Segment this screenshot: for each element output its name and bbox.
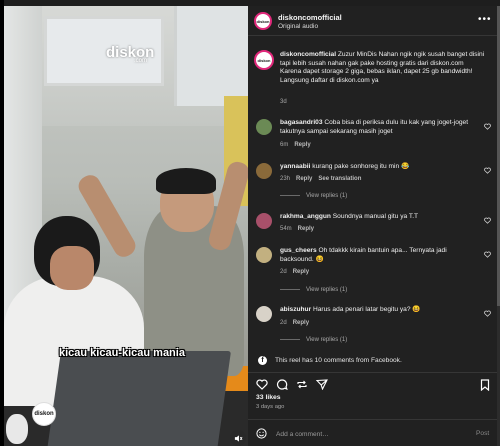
likes-count[interactable]: 33 likes xyxy=(256,394,281,401)
mouse xyxy=(6,414,28,444)
view-replies-button[interactable]: View replies (1) xyxy=(280,337,347,343)
reel-video[interactable]: diskon .com kicau kicau-kicau mania disk… xyxy=(4,6,248,446)
comment-body: kurang pake sonhoreg itu min 😂 xyxy=(312,163,410,170)
post-header: diskon diskoncomofficial Original audio … xyxy=(248,6,500,36)
facebook-icon: f xyxy=(258,356,267,365)
view-replies-button[interactable]: View replies (1) xyxy=(280,193,347,199)
comment-text: rakhma_anggun Soundnya manual gitu ya T.… xyxy=(280,213,476,222)
like-comment-heart-icon[interactable] xyxy=(484,251,491,258)
comment-time: 23h xyxy=(280,176,291,182)
see-translation-button[interactable]: See translation xyxy=(318,176,361,182)
commenter-avatar[interactable] xyxy=(256,119,272,135)
laptop xyxy=(46,351,232,446)
comment-text: bagasandri03 Coba bisa di periksa dulu i… xyxy=(280,119,476,136)
reply-button[interactable]: Reply xyxy=(293,320,309,326)
comment-body: Soundnya manual gitu ya T.T xyxy=(332,213,419,220)
author-avatar[interactable]: diskon xyxy=(254,12,272,30)
facebook-comments-note: f This reel has 10 comments from Facebook… xyxy=(258,356,402,365)
comment-text: yannaabii kurang pake sonhoreg itu min 😂 xyxy=(280,163,476,172)
commenter-avatar[interactable] xyxy=(256,213,272,229)
caption-body-2: Karena dapet storage 2 giga, bebas iklan… xyxy=(280,68,473,84)
brand-suffix: .com xyxy=(134,58,148,64)
comment-username[interactable]: abiszuhur xyxy=(280,306,311,313)
comments-panel: diskon diskoncomofficial Original audio … xyxy=(248,6,500,446)
emoji-icon[interactable] xyxy=(256,428,267,439)
post-date: 3 days ago xyxy=(256,404,285,410)
audio-link[interactable]: Original audio xyxy=(278,23,318,30)
reply-button[interactable]: Reply xyxy=(296,176,312,182)
dancer-hair xyxy=(156,168,216,194)
comment-text: gus_cheers Oh tdakkk kirain bantuin apa.… xyxy=(280,247,476,264)
comment-meta: 23h Reply See translation xyxy=(280,176,361,182)
repost-icon[interactable] xyxy=(296,379,308,390)
speaker-muted-icon xyxy=(234,434,242,442)
like-comment-heart-icon[interactable] xyxy=(484,310,491,317)
like-comment-heart-icon[interactable] xyxy=(484,167,491,174)
worker-face xyxy=(50,246,94,290)
reply-button[interactable]: Reply xyxy=(298,226,314,232)
replies-divider xyxy=(280,194,300,196)
brand-logo: diskon .com xyxy=(106,44,155,64)
add-comment-input[interactable] xyxy=(276,429,456,439)
like-comment-heart-icon[interactable] xyxy=(484,217,491,224)
comment-username[interactable]: bagasandri03 xyxy=(280,119,323,126)
comment-username[interactable]: rakhma_anggun xyxy=(280,213,331,220)
comment-time: 2d xyxy=(280,320,287,326)
video-window-right xyxy=(174,6,248,106)
caption-avatar[interactable]: diskon xyxy=(254,50,274,70)
comment-username[interactable]: yannaabii xyxy=(280,163,310,170)
comment-icon[interactable] xyxy=(276,379,288,390)
view-replies-label: View replies (1) xyxy=(306,337,348,343)
video-watermark-avatar: diskon xyxy=(32,402,56,426)
like-comment-heart-icon[interactable] xyxy=(484,123,491,130)
add-comment-bar: Post xyxy=(248,419,500,446)
comment-username[interactable]: gus_cheers xyxy=(280,247,317,254)
like-heart-icon[interactable] xyxy=(256,379,268,390)
mute-button[interactable] xyxy=(230,430,246,446)
view-replies-label: View replies (1) xyxy=(306,287,348,293)
brand-name: diskon xyxy=(106,44,155,61)
save-bookmark-icon[interactable] xyxy=(480,379,490,391)
commenter-avatar[interactable] xyxy=(256,163,272,179)
caption-time: 3d xyxy=(280,99,287,105)
comment-text: abiszuhur Harus ada penari latar begitu … xyxy=(280,306,476,315)
replies-divider xyxy=(280,338,300,340)
view-replies-label: View replies (1) xyxy=(306,193,348,199)
author-username[interactable]: diskoncomofficial xyxy=(278,13,342,22)
commenter-avatar[interactable] xyxy=(256,247,272,263)
replies-divider xyxy=(280,288,300,290)
comment-meta: 2d Reply xyxy=(280,320,309,326)
view-replies-button[interactable]: View replies (1) xyxy=(280,287,347,293)
comment-time: 6m xyxy=(280,142,289,148)
caption-username[interactable]: diskoncomofficial xyxy=(280,51,336,58)
commenter-avatar[interactable] xyxy=(256,306,272,322)
comment-meta: 54m Reply xyxy=(280,226,314,232)
reply-button[interactable]: Reply xyxy=(293,269,309,275)
more-options-icon[interactable]: ••• xyxy=(478,14,492,25)
comment-meta: 6m Reply xyxy=(280,142,311,148)
reply-button[interactable]: Reply xyxy=(294,142,310,148)
video-caption: kicau kicau-kicau mania xyxy=(59,347,185,359)
caption-text: diskoncomofficial Zuzur MinDis Nahan ngi… xyxy=(280,51,492,85)
comment-time: 2d xyxy=(280,269,287,275)
comment-body: Harus ada penari latar begitu ya? 😆 xyxy=(312,306,421,313)
post-button[interactable]: Post xyxy=(476,430,489,437)
facebook-note-text: This reel has 10 comments from Facebook. xyxy=(275,357,402,364)
action-bar xyxy=(248,372,500,392)
comment-time: 54m xyxy=(280,226,292,232)
comment-meta: 2d Reply xyxy=(280,269,309,275)
share-icon[interactable] xyxy=(316,379,328,390)
